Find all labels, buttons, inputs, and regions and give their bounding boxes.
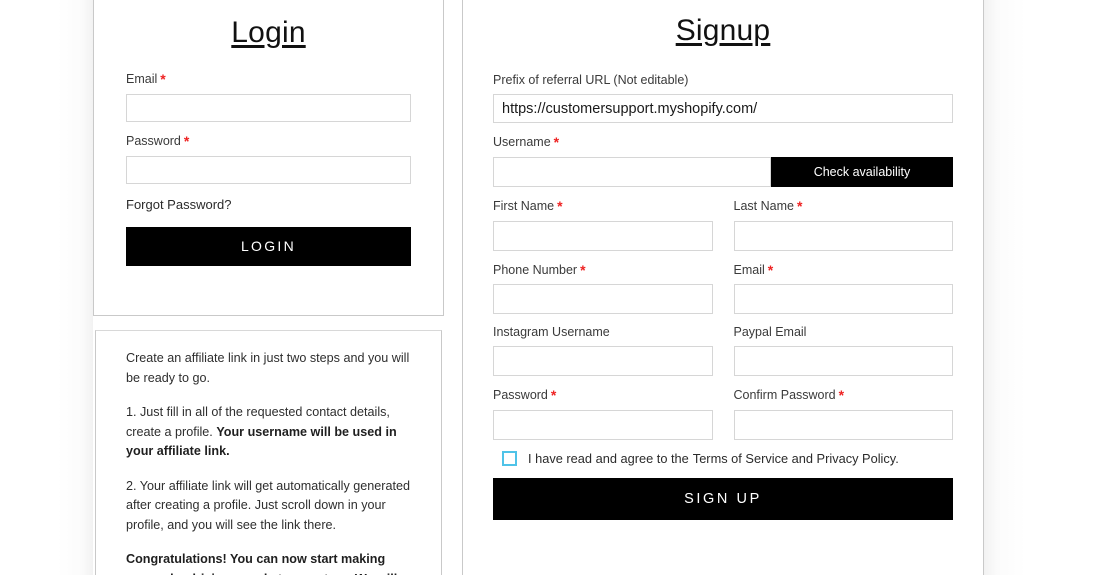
paypal-input[interactable] [733, 346, 953, 377]
signup-password-input[interactable] [493, 410, 713, 441]
confirm-password-input[interactable] [733, 410, 953, 441]
social-row: Instagram Username Paypal Email [493, 325, 953, 377]
login-form: Email * Password * Forgot Password? LOGIN [94, 71, 443, 266]
login-password-label-text: Password [126, 133, 181, 148]
left-shadow-gutter [0, 0, 93, 575]
referral-prefix-group: Prefix of referral URL (Not editable) [493, 73, 953, 123]
login-email-label-text: Email [126, 72, 158, 86]
paypal-label: Paypal Email [733, 325, 807, 340]
paypal-group: Paypal Email [733, 325, 953, 377]
first-name-label: First Name * [493, 198, 713, 215]
phone-label-text: Phone Number [493, 262, 578, 277]
signup-email-label: Email * [734, 262, 954, 279]
first-name-label-text: First Name [493, 198, 555, 213]
contact-row: Phone Number * Email * [493, 262, 953, 315]
affiliate-info-card: Create an affiliate link in just two ste… [95, 330, 442, 575]
info-step-2: 2. Your affiliate link will get automati… [126, 478, 410, 532]
username-row: Check availability [493, 156, 953, 187]
login-password-group: Password * [126, 133, 411, 184]
instagram-input[interactable] [493, 346, 713, 377]
confirm-password-group: Confirm Password * [733, 387, 954, 441]
phone-group: Phone Number * [493, 262, 713, 315]
username-group: Username * Check availability [493, 134, 953, 187]
signup-card: Signup Prefix of referral URL (Not edita… [462, 0, 984, 575]
login-password-label: Password * [126, 133, 411, 150]
terms-prefix-text: I have read and agree to the [528, 451, 689, 467]
login-email-input[interactable] [126, 93, 411, 122]
terms-checkbox[interactable] [502, 451, 517, 467]
terms-text: I have read and agree to the Terms of Ser… [528, 451, 899, 466]
info-step-1: 1. Just fill in all of the requested con… [126, 403, 411, 462]
instagram-label: Instagram Username [493, 325, 610, 340]
right-shadow-gutter [984, 0, 1094, 575]
check-availability-button[interactable]: Check availability [771, 156, 953, 187]
password-row: Password * Confirm Password * [493, 387, 954, 441]
confirm-password-label: Confirm Password * [734, 387, 954, 404]
first-name-input[interactable] [493, 220, 713, 251]
terms-agreement-row: I have read and agree to the Terms of Ser… [493, 451, 953, 467]
login-email-group: Email * [126, 71, 411, 122]
terms-of-service-link[interactable]: Terms of Service and Privacy Policy. [693, 451, 899, 466]
required-asterisk: * [557, 197, 563, 214]
name-row: First Name * Last Name * [493, 198, 953, 251]
signup-button[interactable]: SIGN UP [493, 478, 953, 521]
signup-email-input[interactable] [733, 284, 953, 315]
referral-prefix-input [493, 94, 953, 123]
signup-email-label-text: Email [733, 262, 765, 277]
signup-form: Prefix of referral URL (Not editable) Us… [463, 73, 983, 521]
last-name-group: Last Name * [733, 198, 954, 251]
last-name-label-text: Last Name [733, 198, 794, 213]
signup-password-label: Password * [493, 387, 713, 404]
signup-title: Signup [675, 14, 771, 47]
phone-label: Phone Number * [493, 262, 713, 279]
required-asterisk: * [550, 387, 557, 404]
username-label-text: Username [493, 135, 551, 149]
login-password-input[interactable] [126, 155, 411, 184]
login-button[interactable]: LOGIN [126, 226, 411, 266]
referral-prefix-label: Prefix of referral URL (Not editable) [493, 73, 689, 87]
required-asterisk: * [580, 261, 586, 278]
required-asterisk: * [838, 387, 845, 404]
username-label: Username * [493, 134, 953, 151]
login-email-label: Email * [126, 71, 411, 88]
last-name-label: Last Name * [734, 198, 954, 215]
first-name-group: First Name * [493, 198, 713, 251]
page-root: Login Email * Password * Forgot Password? … [0, 0, 1094, 575]
info-intro: Create an affiliate link in just two ste… [126, 351, 410, 385]
instagram-group: Instagram Username [493, 325, 713, 377]
required-asterisk: * [767, 261, 774, 278]
login-title: Login [231, 16, 306, 49]
phone-input[interactable] [493, 284, 713, 315]
signup-email-group: Email * [733, 262, 954, 315]
affiliate-info-body: Create an affiliate link in just two ste… [96, 331, 441, 575]
last-name-input[interactable] [733, 220, 953, 251]
info-congratulations: Congratulations! You can now start makin… [126, 552, 397, 575]
required-asterisk: * [160, 71, 166, 87]
username-input[interactable] [493, 156, 771, 187]
signup-password-label-text: Password [493, 388, 548, 403]
confirm-password-label-text: Confirm Password [733, 388, 836, 403]
required-asterisk: * [553, 134, 560, 150]
forgot-password-link[interactable]: Forgot Password? [126, 197, 232, 212]
required-asterisk: * [796, 197, 803, 214]
required-asterisk: * [183, 132, 190, 149]
login-card: Login Email * Password * Forgot Password? … [93, 0, 444, 316]
signup-password-group: Password * [493, 387, 713, 441]
